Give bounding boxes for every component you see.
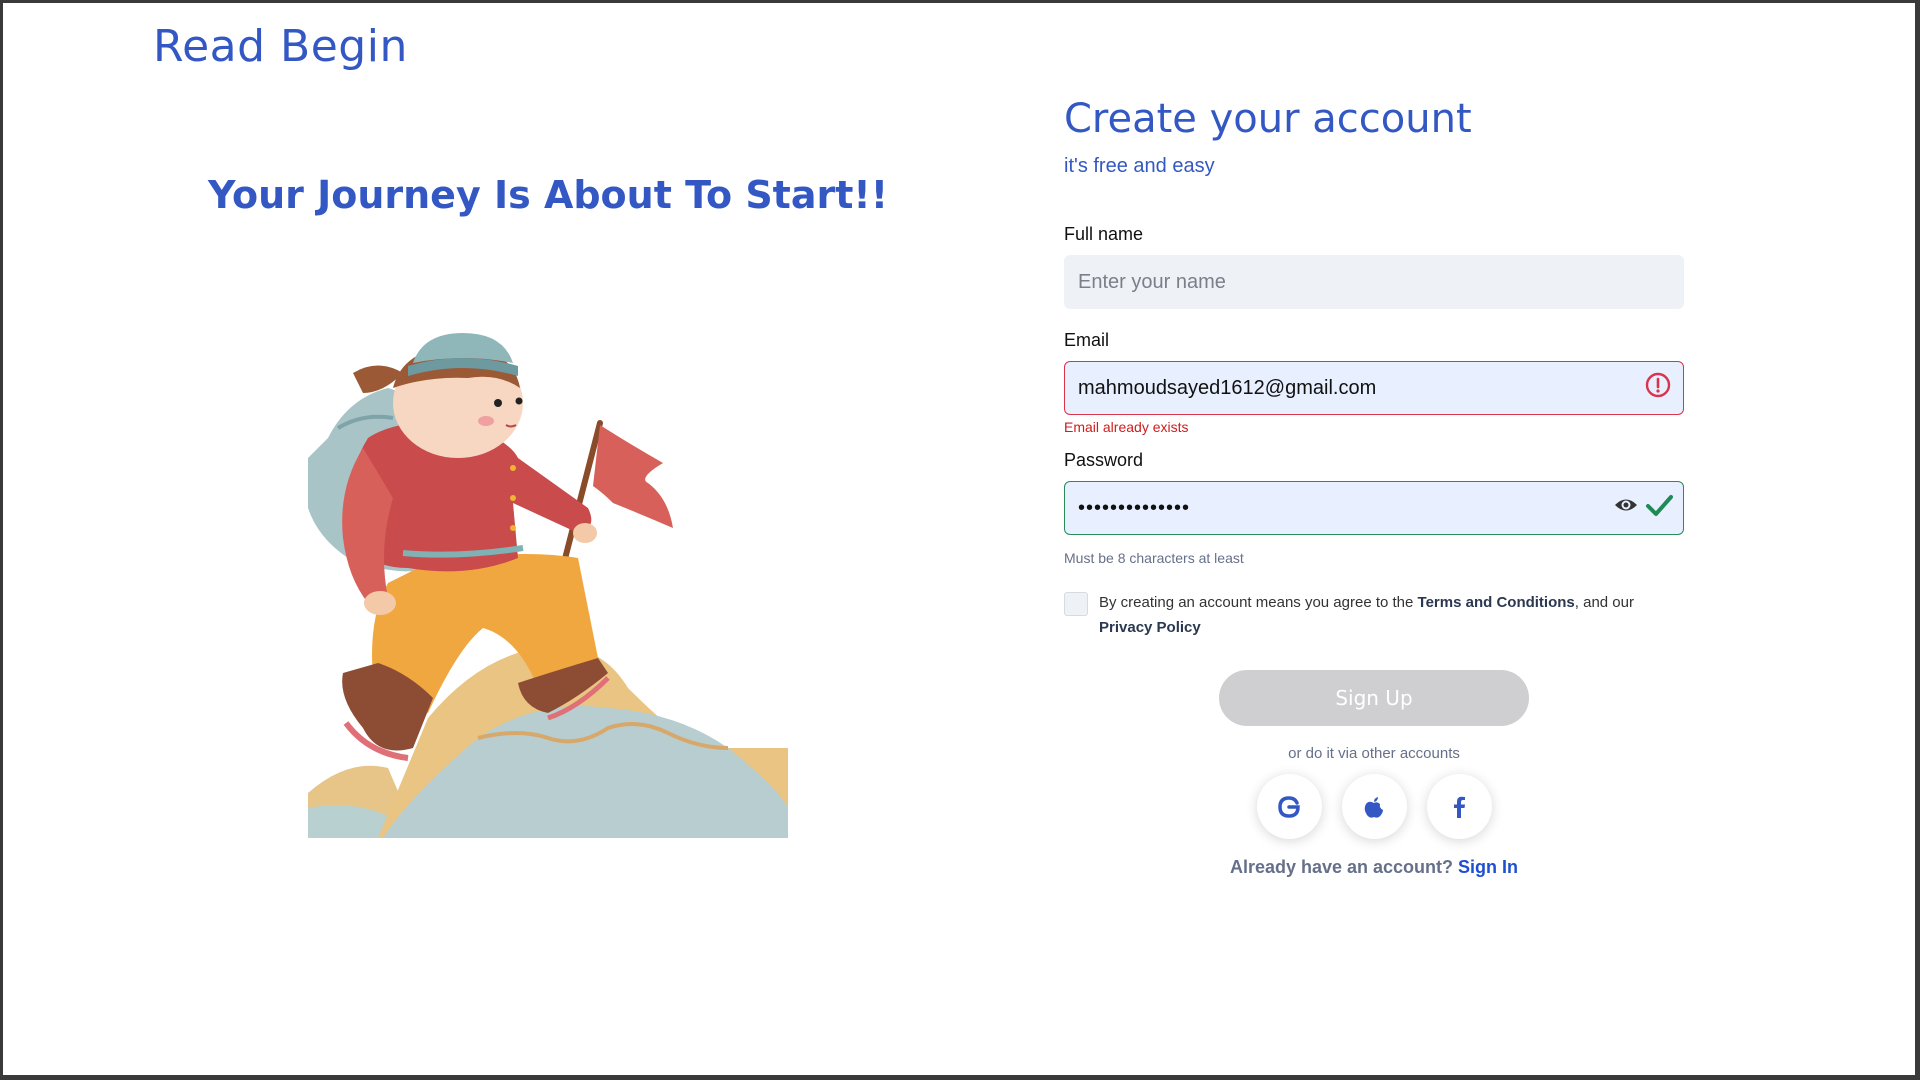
- signin-prompt: Already have an account?: [1229, 857, 1454, 877]
- page: Read Begin Your Journey Is About To Star…: [3, 3, 1915, 1075]
- sign-in-link[interactable]: Sign In: [1458, 857, 1518, 877]
- terms-row: By creating an account means you agree t…: [1064, 590, 1684, 640]
- signin-row: Already have an account? Sign In: [1064, 857, 1684, 878]
- apple-icon: [1364, 796, 1383, 818]
- email-label: Email: [1064, 330, 1110, 350]
- email-field[interactable]: mahmoudsayed1612@gmail.com: [1064, 361, 1684, 415]
- hero-title: Your Journey Is About To Start!!: [207, 173, 889, 217]
- facebook-icon: [1454, 796, 1465, 818]
- full-name-label: Full name: [1064, 224, 1144, 244]
- email-error-message: Email already exists: [1064, 419, 1189, 435]
- terms-checkbox[interactable]: [1064, 592, 1088, 616]
- hiker-illustration: [308, 333, 788, 838]
- password-field[interactable]: ••••••••••••••: [1064, 481, 1684, 535]
- email-input[interactable]: mahmoudsayed1612@gmail.com: [1078, 377, 1376, 400]
- google-icon: [1278, 795, 1300, 818]
- password-input[interactable]: ••••••••••••••: [1078, 497, 1190, 520]
- password-hint: Must be 8 characters at least: [1064, 550, 1244, 566]
- alt-signup-text: or do it via other accounts: [1288, 745, 1460, 762]
- apple-button[interactable]: [1341, 774, 1407, 839]
- facebook-button[interactable]: [1426, 774, 1492, 839]
- terms-middle: , and our: [1574, 594, 1634, 611]
- signup-form: Create your account it's free and easy F…: [1064, 93, 1684, 878]
- privacy-link[interactable]: Privacy Policy: [1099, 619, 1201, 636]
- terms-text: By creating an account means you agree t…: [1099, 590, 1634, 640]
- error-icon: [1644, 371, 1672, 405]
- logo[interactable]: Read Begin: [153, 21, 408, 72]
- check-icon: [1645, 491, 1673, 525]
- password-label: Password: [1064, 450, 1144, 470]
- social-buttons: [1064, 774, 1684, 839]
- form-title: Create your account: [1064, 96, 1472, 142]
- full-name-field[interactable]: [1064, 255, 1684, 309]
- sign-up-button[interactable]: Sign Up: [1219, 670, 1529, 726]
- google-button[interactable]: [1256, 774, 1322, 839]
- terms-link[interactable]: Terms and Conditions: [1418, 594, 1575, 611]
- terms-prefix: By creating an account means you agree t…: [1099, 594, 1418, 611]
- show-password-icon[interactable]: [1613, 492, 1639, 524]
- form-subtitle: it's free and easy: [1064, 155, 1215, 177]
- full-name-input[interactable]: [1078, 270, 1670, 294]
